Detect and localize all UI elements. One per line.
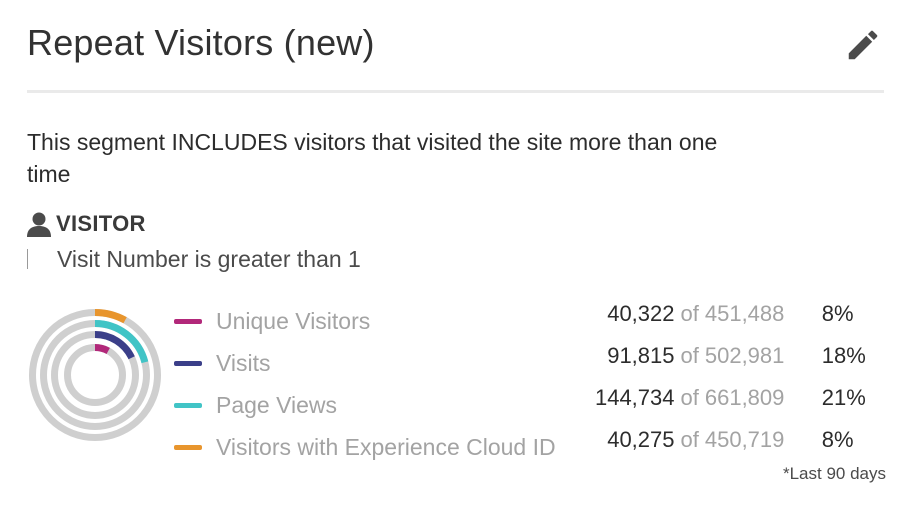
segment-card: Repeat Visitors (new) This segment INCLU…: [0, 0, 898, 510]
metric-count: 40,275: [607, 427, 675, 452]
metric-percent: 18%: [821, 343, 866, 368]
legend-item: Unique Visitors: [174, 300, 594, 342]
ring-track: [64, 344, 126, 406]
metric-legend: Unique Visitors Visits Page Views Visito…: [174, 300, 594, 468]
overlap-ring-chart: [29, 309, 161, 441]
segment-rule: Visit Number is greater than 1: [27, 245, 361, 273]
metric-percent: 8%: [821, 427, 854, 452]
legend-label: Visits: [216, 349, 271, 376]
metric-of: of: [680, 343, 699, 368]
metric-count: 91,815: [607, 343, 675, 368]
metric-total: 661,809: [704, 385, 785, 410]
legend-item: Page Views: [174, 384, 594, 426]
header-divider: [27, 90, 884, 93]
date-range-footnote: *Last 90 days: [782, 464, 886, 483]
rule-text: Visit Number is greater than 1: [57, 245, 361, 272]
metric-total: 450,719: [704, 427, 785, 452]
ring-arc: [94, 344, 110, 355]
legend-label: Unique Visitors: [216, 307, 371, 334]
metric-row: 91,815 of 502,981 18%: [560, 335, 880, 377]
legend-swatch: [174, 360, 202, 366]
legend-item: Visits: [174, 342, 594, 384]
metric-count: 144,734: [594, 385, 675, 410]
metric-row: 40,275 of 450,719 8%: [560, 419, 880, 461]
legend-label: Page Views: [216, 391, 338, 418]
metric-values: 40,322 of 451,488 8% 91,815 of 502,981 1…: [560, 293, 880, 461]
legend-item: Visitors with Experience Cloud ID: [174, 426, 594, 468]
container-label: VISITOR: [56, 211, 146, 236]
ring-arc: [94, 309, 127, 324]
legend-label: Visitors with Experience Cloud ID: [216, 433, 556, 460]
rule-indent-bar: [27, 249, 28, 269]
legend-swatch: [174, 402, 202, 408]
legend-swatch: [174, 318, 202, 324]
card-header: Repeat Visitors (new): [27, 22, 884, 72]
metric-row: 144,734 of 661,809 21%: [560, 377, 880, 419]
pencil-icon: [848, 30, 878, 60]
metric-of: of: [680, 385, 699, 410]
container-heading: VISITOR: [27, 211, 146, 237]
metric-count: 40,322: [607, 301, 675, 326]
edit-button[interactable]: [842, 24, 884, 66]
metric-of: of: [680, 301, 699, 326]
metric-percent: 21%: [821, 385, 866, 410]
user-icon: [27, 211, 51, 237]
segment-description: This segment INCLUDES visitors that visi…: [27, 129, 718, 187]
legend-swatch: [174, 444, 202, 450]
metric-total: 502,981: [704, 343, 785, 368]
segment-title: Repeat Visitors (new): [27, 22, 375, 63]
metric-of: of: [680, 427, 699, 452]
metric-total: 451,488: [704, 301, 785, 326]
metric-row: 40,322 of 451,488 8%: [560, 293, 880, 335]
metric-percent: 8%: [821, 301, 854, 326]
